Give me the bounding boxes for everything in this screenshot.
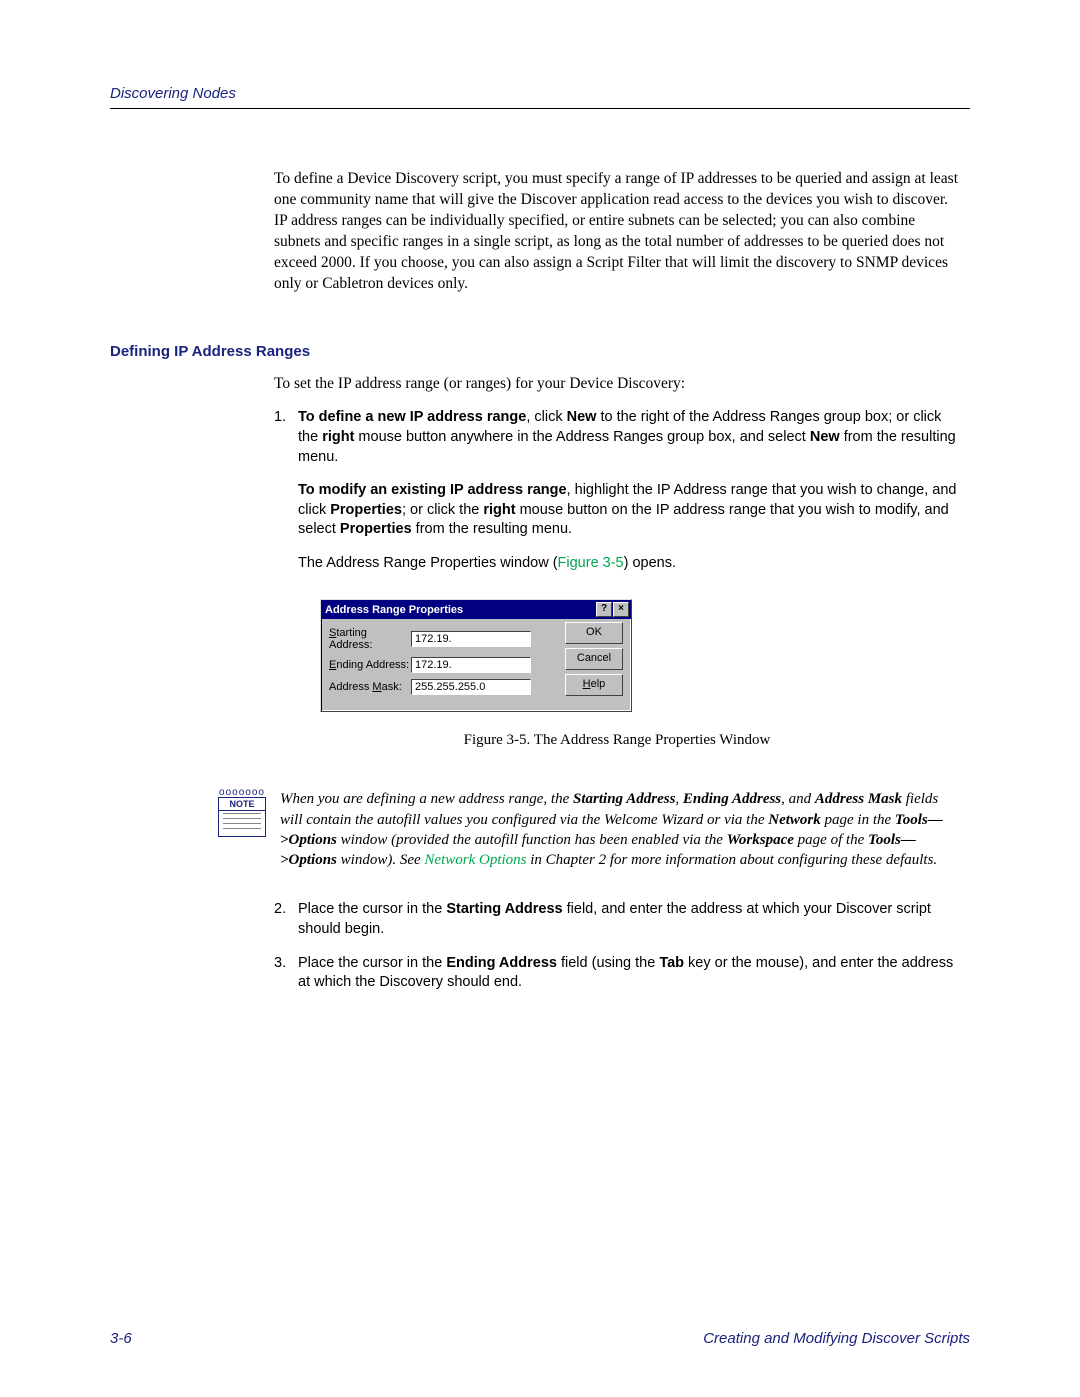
page: Discovering Nodes To define a Device Dis… <box>0 0 1080 1397</box>
step-1: 1. To define a new IP address range, cli… <box>274 408 960 467</box>
intro-paragraph: To define a Device Discovery script, you… <box>274 169 960 295</box>
note-block: ooooooo NOTE When you are defining a new… <box>218 789 960 870</box>
ending-address-input[interactable]: 172.19. <box>411 657 531 673</box>
page-footer: 3-6 Creating and Modifying Discover Scri… <box>110 1330 970 1347</box>
step-3: 3. Place the cursor in the Ending Addres… <box>274 954 960 993</box>
note-text: When you are defining a new address rang… <box>280 789 960 870</box>
step-text: Place the cursor in the Ending Address f… <box>298 954 960 993</box>
step-number: 3. <box>274 954 298 993</box>
bold-text: To define a new IP address range <box>298 409 526 425</box>
step-2: 2. Place the cursor in the Starting Addr… <box>274 900 960 939</box>
step-number: 1. <box>274 408 298 467</box>
step-text: To define a new IP address range, click … <box>298 408 960 467</box>
step-1-modify: To modify an existing IP address range, … <box>298 481 960 540</box>
footer-section-title: Creating and Modifying Discover Scripts <box>703 1330 970 1347</box>
address-mask-label: Address Mask: <box>329 681 411 693</box>
note-icon: ooooooo NOTE <box>218 789 266 837</box>
help-button[interactable]: Help <box>565 674 623 696</box>
network-options-link[interactable]: Network Options <box>424 852 526 868</box>
step-1-result: The Address Range Properties window (Fig… <box>298 554 960 574</box>
page-number: 3-6 <box>110 1330 132 1347</box>
page-header: Discovering Nodes <box>110 85 970 109</box>
cancel-button[interactable]: Cancel <box>565 648 623 670</box>
starting-address-input[interactable]: 172.19. <box>411 631 531 647</box>
address-range-properties-dialog: Address Range Properties ? × Starting Ad… <box>320 599 632 712</box>
dialog-title: Address Range Properties <box>325 604 463 616</box>
context-help-button[interactable]: ? <box>596 602 612 617</box>
ending-address-label: Ending Address: <box>329 659 411 671</box>
starting-address-label: Starting Address: <box>329 627 411 651</box>
dialog-titlebar: Address Range Properties ? × <box>321 600 631 619</box>
address-mask-input[interactable]: 255.255.255.0 <box>411 679 531 695</box>
note-label: NOTE <box>218 797 266 811</box>
figure-caption: Figure 3-5. The Address Range Properties… <box>274 732 960 749</box>
section-heading: Defining IP Address Ranges <box>110 343 970 360</box>
figure-link[interactable]: Figure 3-5 <box>558 555 624 571</box>
ok-button[interactable]: OK <box>565 622 623 644</box>
step-text: Place the cursor in the Starting Address… <box>298 900 960 939</box>
running-head: Discovering Nodes <box>110 85 970 102</box>
header-rule <box>110 108 970 109</box>
close-button[interactable]: × <box>613 602 629 617</box>
step-number: 2. <box>274 900 298 939</box>
section-lead: To set the IP address range (or ranges) … <box>274 374 960 395</box>
